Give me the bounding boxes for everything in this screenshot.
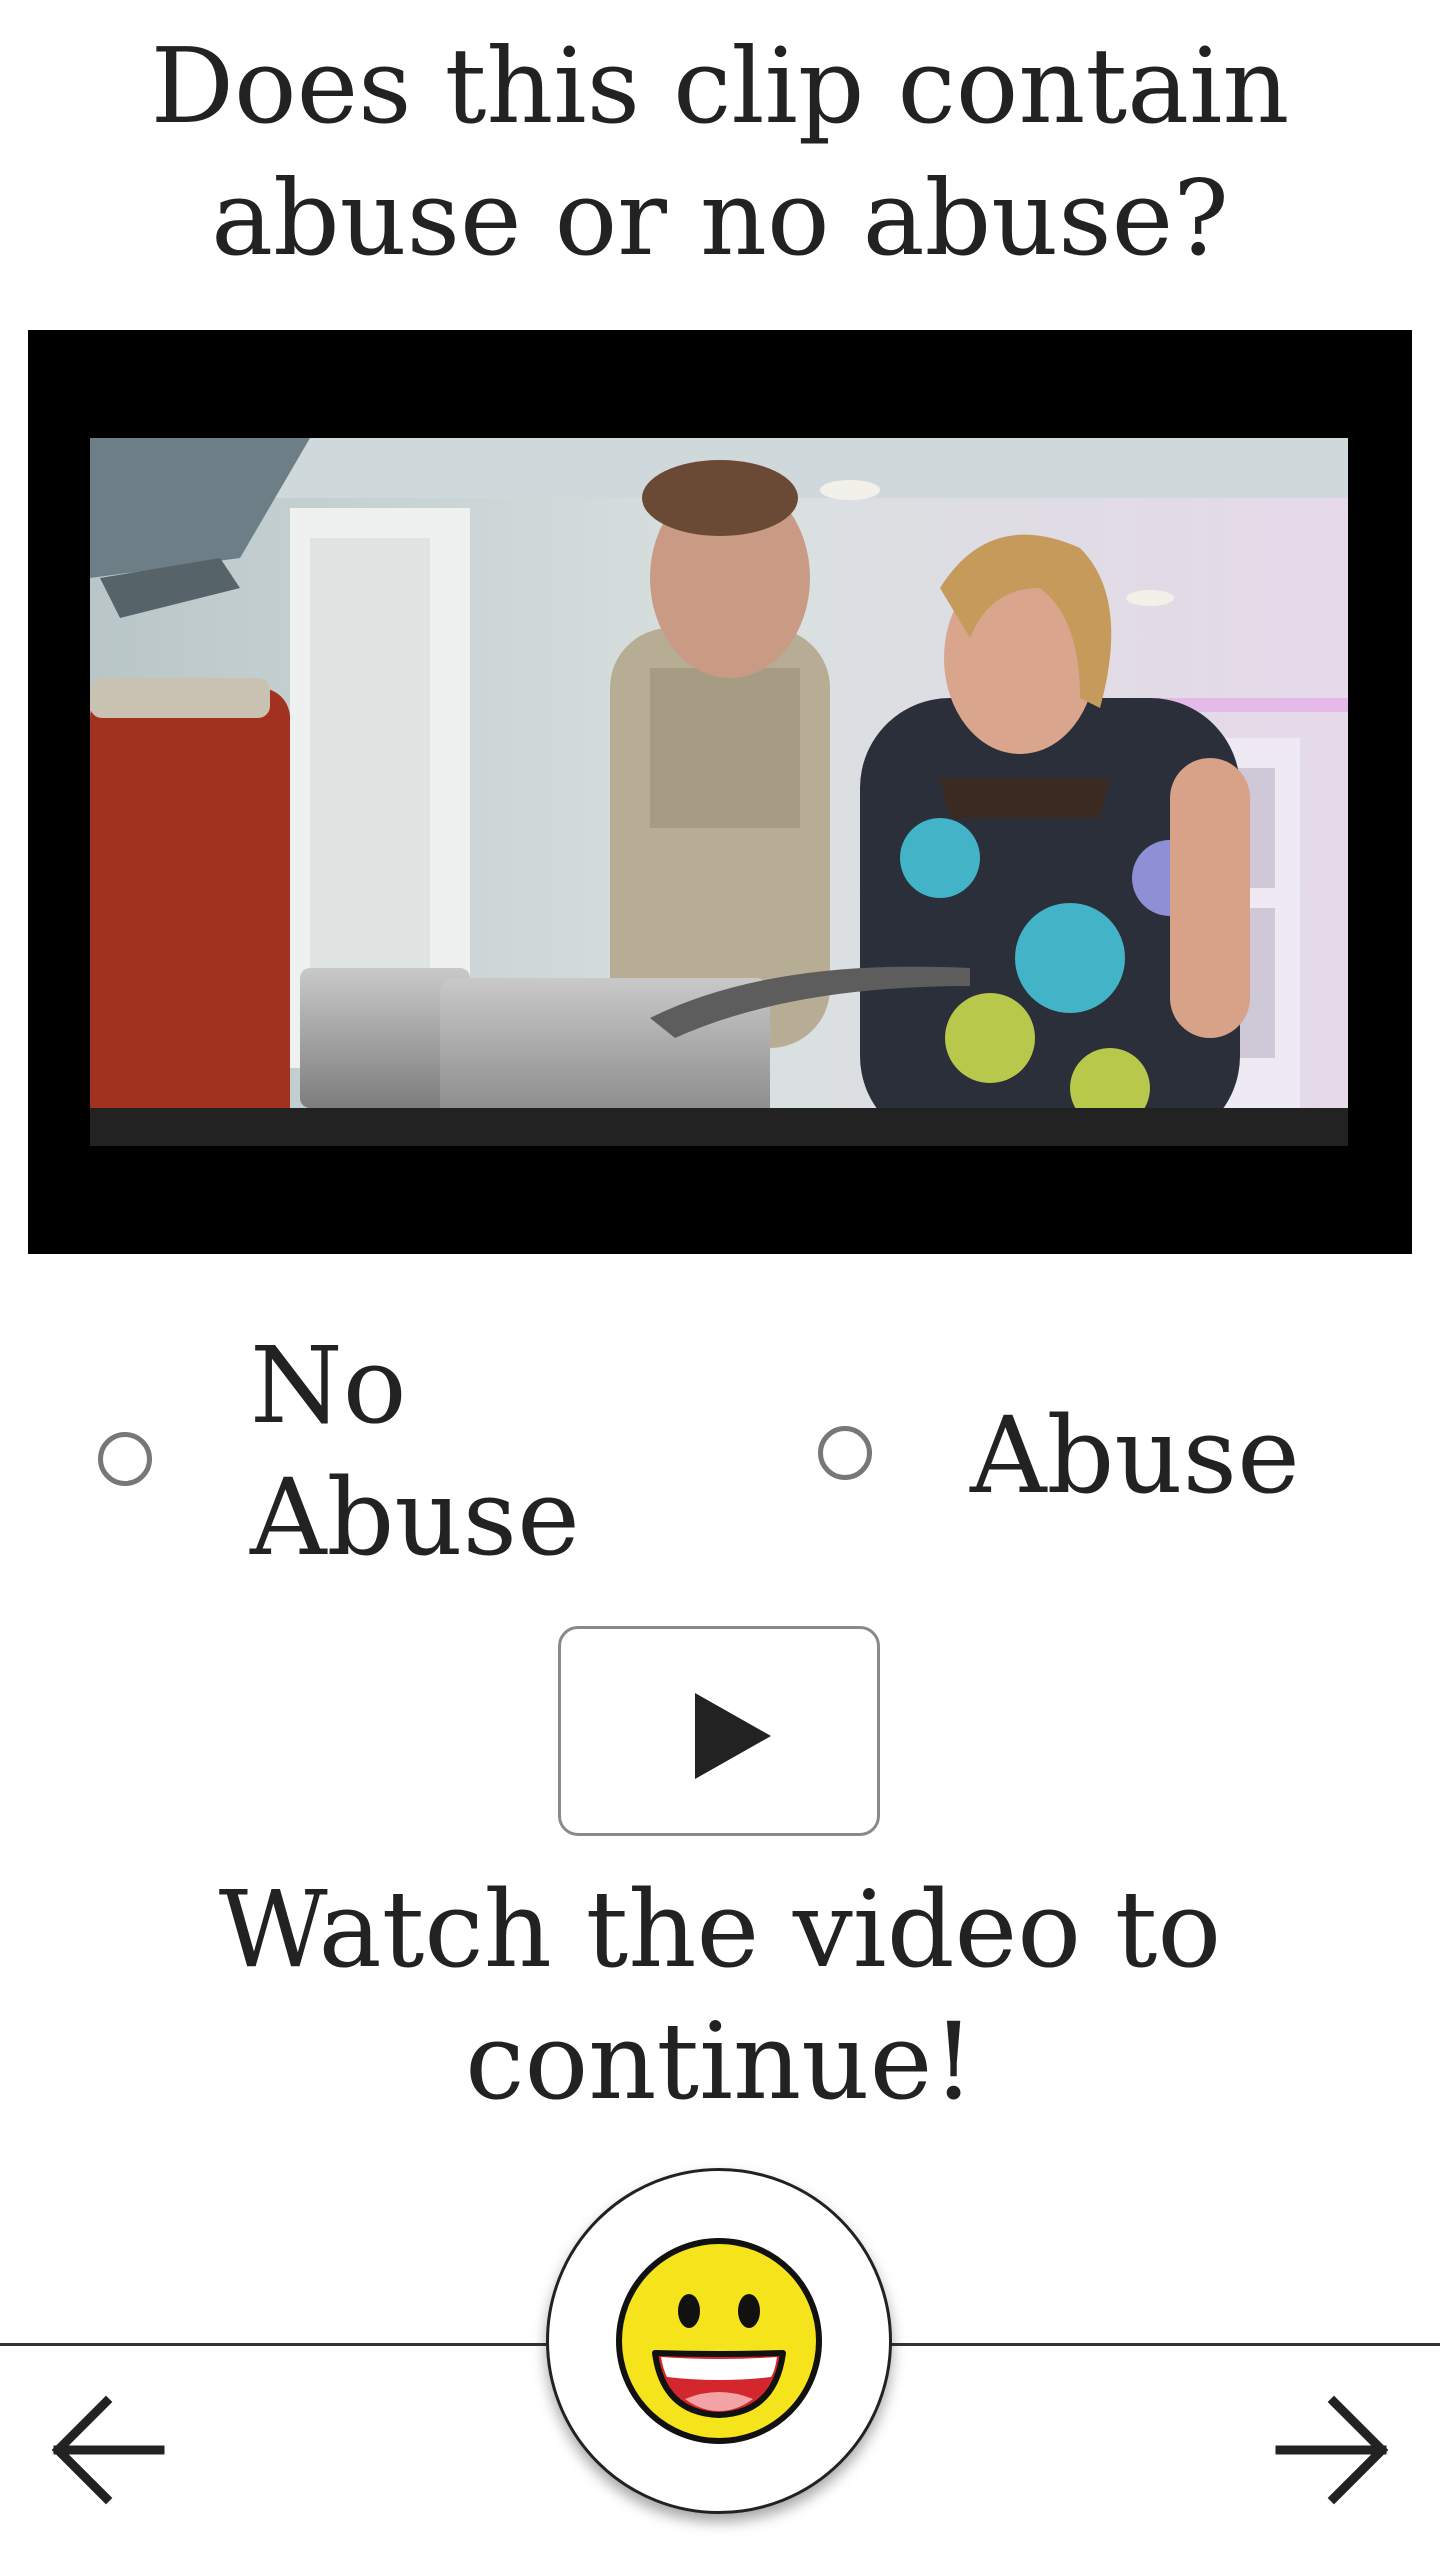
radio-abuse[interactable] xyxy=(818,1426,872,1480)
radio-no-abuse[interactable] xyxy=(98,1432,152,1486)
question-title: Does this clip contain abuse or no abuse… xyxy=(150,25,1290,279)
option-no-abuse-label: No Abuse xyxy=(250,1324,580,1579)
video-frame-image xyxy=(90,438,1348,1146)
play-icon xyxy=(695,1693,771,1779)
play-button[interactable] xyxy=(558,1626,880,1836)
mascot-button[interactable] xyxy=(546,2168,892,2514)
watch-video-message: Watch the video to continue! xyxy=(218,1868,1222,2123)
arrow-left-icon[interactable] xyxy=(48,2390,168,2510)
smiley-face-icon xyxy=(616,2238,822,2444)
video-player[interactable] xyxy=(28,330,1412,1254)
arrow-right-icon[interactable] xyxy=(1272,2390,1392,2510)
option-abuse-label: Abuse xyxy=(970,1394,1300,1517)
